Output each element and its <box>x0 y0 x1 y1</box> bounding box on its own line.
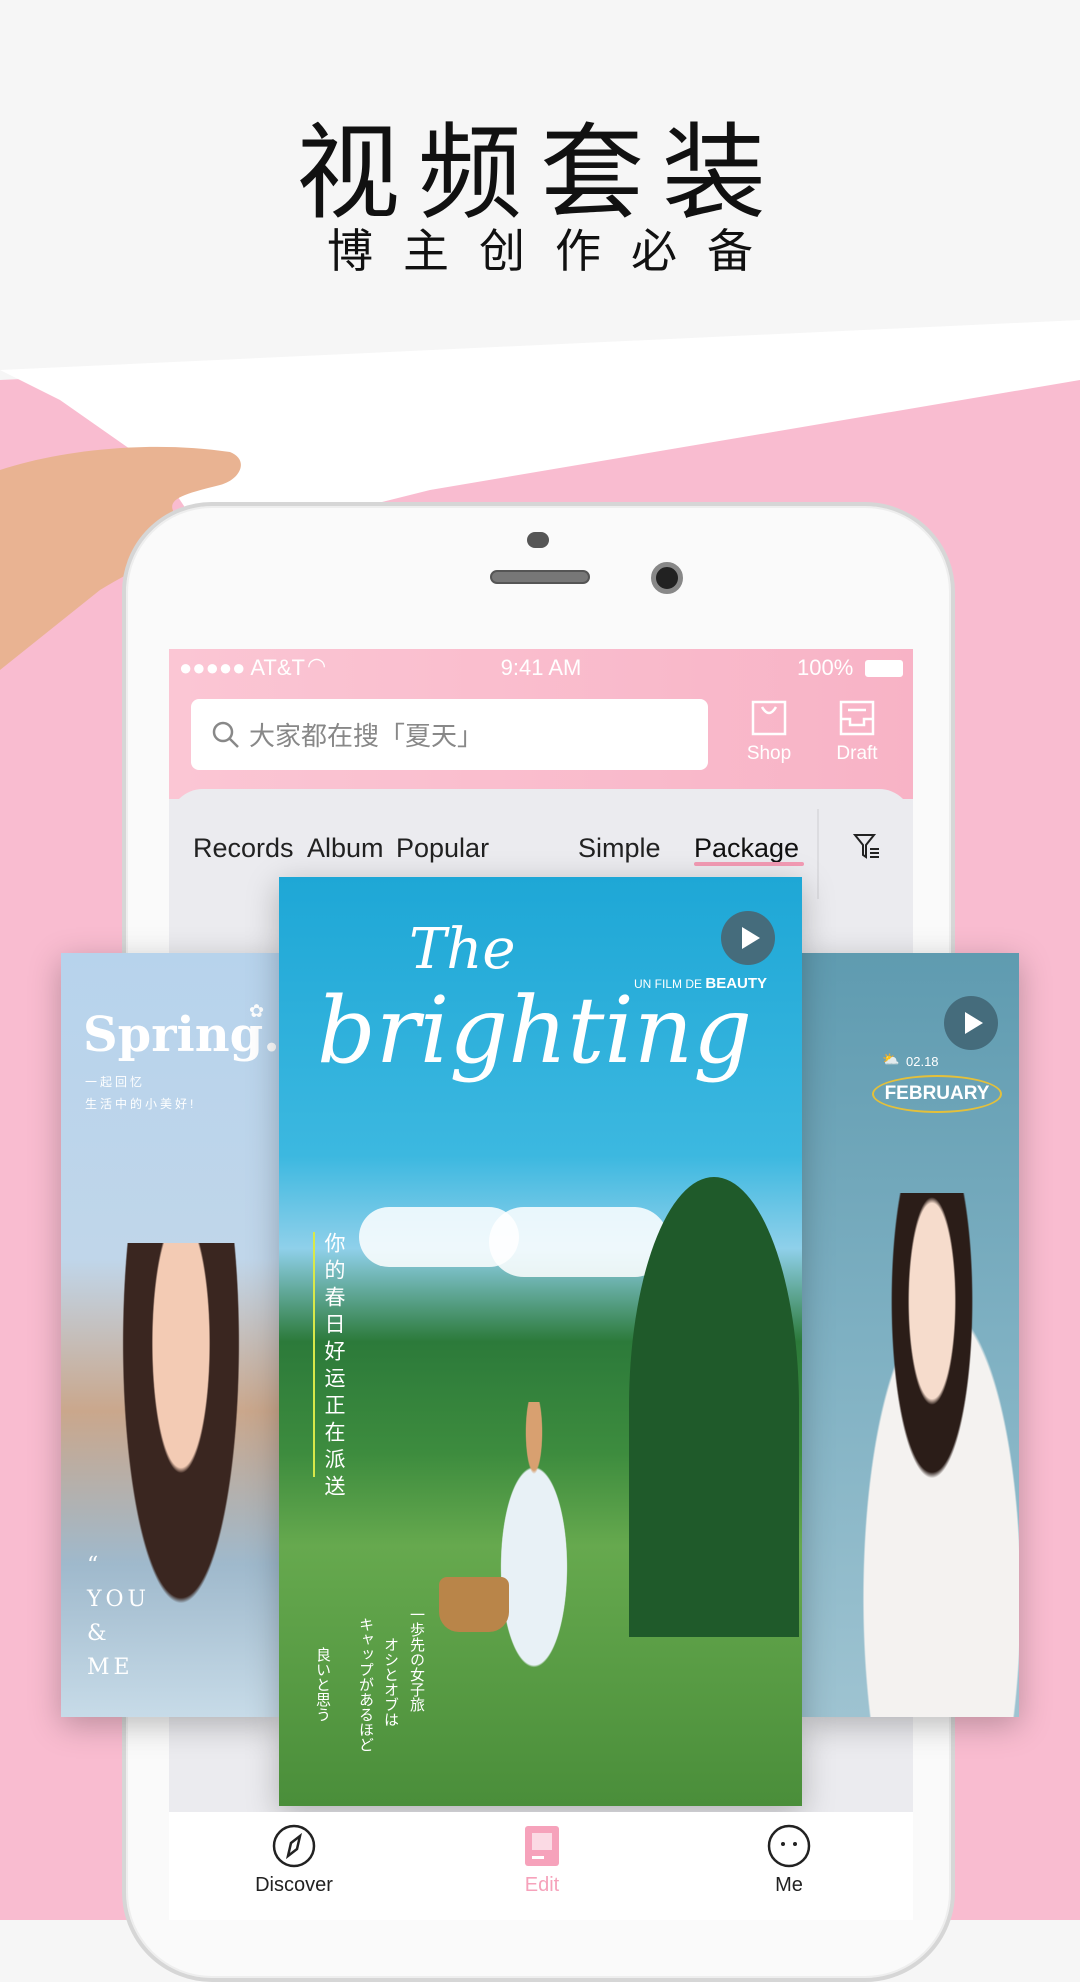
phone-earpiece <box>490 570 590 584</box>
promo-subtitle: 博主创作必备 <box>327 224 783 278</box>
compass-icon <box>272 1824 316 1868</box>
nav-edit-label: Edit <box>524 1874 560 1896</box>
spring-line2: 生活中的小美好! <box>85 1097 197 1111</box>
nav-me-label: Me <box>775 1874 803 1896</box>
card-photo-headphones <box>832 1193 1019 1717</box>
phone-sensor <box>527 532 549 548</box>
cloud <box>489 1207 669 1277</box>
drafts-tray-icon <box>839 700 875 736</box>
you-text: YOU <box>87 1587 151 1612</box>
carrier: ●●●●● AT&T <box>179 655 305 680</box>
vertical-tagline: 你的春日好运正在派送 <box>322 1232 346 1502</box>
tab-popular[interactable]: Popular <box>396 833 489 864</box>
flower-icon: ✿ <box>249 1001 265 1021</box>
search-icon <box>212 721 239 748</box>
tab-simple[interactable]: Simple <box>578 833 661 864</box>
title-the: The <box>409 917 516 982</box>
month-text: FEBRUARY <box>872 1075 1002 1113</box>
draft-button[interactable]: Draft <box>822 699 892 765</box>
spring-line1: 一起回忆 <box>85 1075 146 1089</box>
edit-icon <box>525 1826 559 1866</box>
tab-records[interactable]: Records <box>193 833 294 864</box>
basket <box>439 1577 509 1632</box>
weather-icon: ⛅ <box>882 1051 900 1067</box>
wifi-icon: ◠ <box>307 653 327 678</box>
credit-text: UN FILM DE BEAUTY <box>634 975 767 992</box>
status-bar: ●●●●● AT&T ◠ 9:41 AM 100% <box>179 653 903 685</box>
date-text: 02.18 <box>906 1054 939 1069</box>
trees <box>629 1177 799 1637</box>
search-placeholder: 大家都在搜「夏天」 <box>249 722 484 752</box>
credit-prefix: UN FILM DE <box>634 977 703 991</box>
battery-level: 100% <box>797 655 854 680</box>
jp-line-2: オシとオブは <box>382 1637 400 1727</box>
title-brighting: brighting <box>317 977 752 1084</box>
app-header: ●●●●● AT&T ◠ 9:41 AM 100% 大家都在搜「夏天」 Shop… <box>169 649 913 799</box>
active-tab-indicator <box>694 862 804 866</box>
card-photo-girl <box>479 1402 589 1702</box>
clock: 9:41 AM <box>500 655 582 680</box>
filter-icon[interactable] <box>852 831 882 861</box>
template-card-february[interactable]: ⛅ 02.18 FEBRUARY <box>802 953 1019 1717</box>
shop-button[interactable]: Shop <box>734 699 804 765</box>
template-card-brighting[interactable]: The brighting UN FILM DE BEAUTY 你的春日好运正在… <box>279 877 802 1806</box>
tabs-divider <box>817 809 819 899</box>
jp-line-1: 一歩先の女子旅 <box>408 1607 426 1712</box>
nav-discover-label: Discover <box>255 1874 333 1896</box>
search-input[interactable]: 大家都在搜「夏天」 <box>191 699 708 770</box>
template-card-spring[interactable]: Spring. ✿ 一起回忆 生活中的小美好! “ YOU & ME <box>61 953 282 1717</box>
face-icon <box>767 1824 811 1868</box>
jp-line-3: キャップがあるほど <box>357 1617 375 1752</box>
me-text: ME <box>87 1655 134 1680</box>
quote-mark: “ <box>87 1553 103 1578</box>
bottom-nav: Discover Edit Me <box>169 1812 913 1920</box>
jp-line-4: 良いと思う <box>314 1647 332 1722</box>
credit-name: BEAUTY <box>705 975 768 992</box>
accent-line <box>313 1232 315 1477</box>
draft-label: Draft <box>836 743 878 764</box>
amp-text: & <box>87 1621 111 1646</box>
play-button[interactable] <box>721 911 775 965</box>
phone-camera <box>651 562 683 594</box>
shopping-bag-icon <box>751 700 787 736</box>
battery-icon <box>865 660 903 677</box>
you-and-me-text: “ YOU & ME <box>87 1549 150 1685</box>
shop-label: Shop <box>746 743 792 764</box>
tab-album[interactable]: Album <box>307 833 384 864</box>
play-button[interactable] <box>944 996 998 1050</box>
tab-package[interactable]: Package <box>694 833 799 864</box>
